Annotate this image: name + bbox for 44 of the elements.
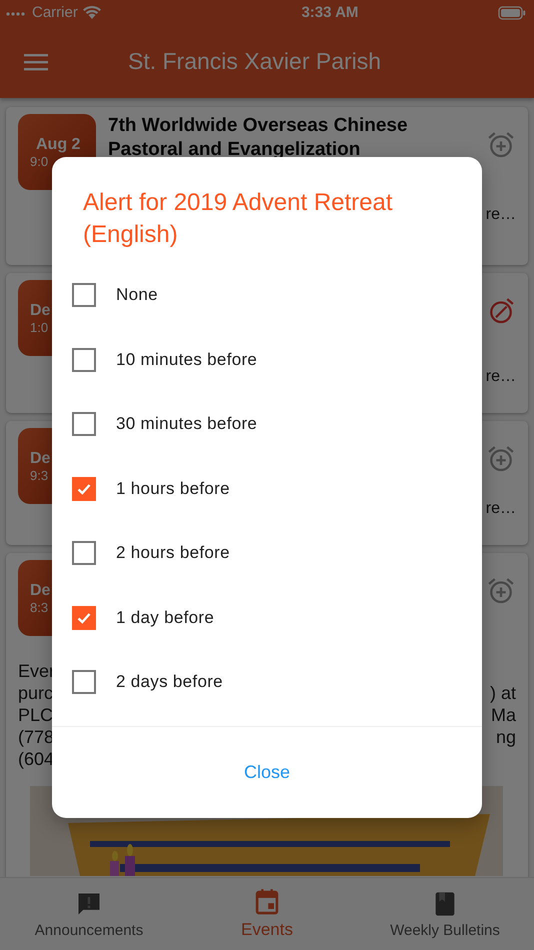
event-time: 9:3	[30, 468, 48, 482]
status-time: 3:33 AM	[301, 4, 358, 21]
menu-icon[interactable]	[24, 52, 48, 70]
read-more-link[interactable]: re…	[486, 500, 516, 518]
checkbox[interactable]	[72, 606, 96, 630]
description-text: Ma	[490, 704, 516, 726]
option-label[interactable]: 30 minutes before	[116, 414, 258, 434]
checkbox[interactable]	[72, 476, 96, 501]
event-date: De	[30, 302, 50, 320]
checkbox[interactable]	[72, 670, 96, 694]
event-time: 1:0	[30, 320, 48, 334]
event-date: De	[30, 582, 50, 600]
option-label[interactable]: 10 minutes before	[116, 350, 258, 370]
battery-icon	[498, 6, 526, 20]
alarm-add-icon[interactable]	[486, 576, 516, 606]
calendar-icon	[253, 888, 281, 916]
checkbox[interactable]	[72, 541, 96, 566]
checkbox[interactable]	[72, 412, 96, 436]
description-text: purc	[18, 682, 54, 704]
option-label[interactable]: 2 hours before	[116, 543, 230, 564]
alarm-add-icon[interactable]	[486, 444, 516, 474]
description-text: (604	[18, 748, 56, 770]
option-label[interactable]: 1 day before	[116, 608, 214, 628]
checkbox[interactable]	[72, 283, 96, 308]
app-title: St. Francis Xavier Parish	[128, 48, 382, 75]
option-label[interactable]: 1 hours before	[116, 478, 230, 499]
dialog-title: Alert for 2019 Advent Retreat (English)	[82, 188, 394, 250]
event-time: 8:3	[30, 600, 48, 614]
carrier-name: Carrier	[32, 4, 78, 21]
description-text: PLC	[18, 704, 54, 726]
option-label[interactable]: 2 days before	[116, 672, 223, 692]
option-label[interactable]: None	[116, 285, 158, 306]
event-date: De	[30, 450, 50, 468]
description-text: ng	[496, 726, 516, 748]
event-title: 7th Worldwide Overseas Chinese Pastoral and Evangelization	[108, 114, 409, 162]
event-date: Aug 2	[36, 136, 80, 154]
read-more-link[interactable]: re…	[486, 206, 516, 224]
description-text: Ever	[18, 660, 56, 682]
read-more-link[interactable]: re…	[486, 368, 516, 386]
wifi-icon	[82, 5, 102, 20]
event-time: 9:0	[30, 154, 48, 168]
alarm-add-icon[interactable]	[486, 130, 516, 160]
description-text: ) at	[490, 682, 516, 704]
checkbox[interactable]	[72, 348, 96, 372]
